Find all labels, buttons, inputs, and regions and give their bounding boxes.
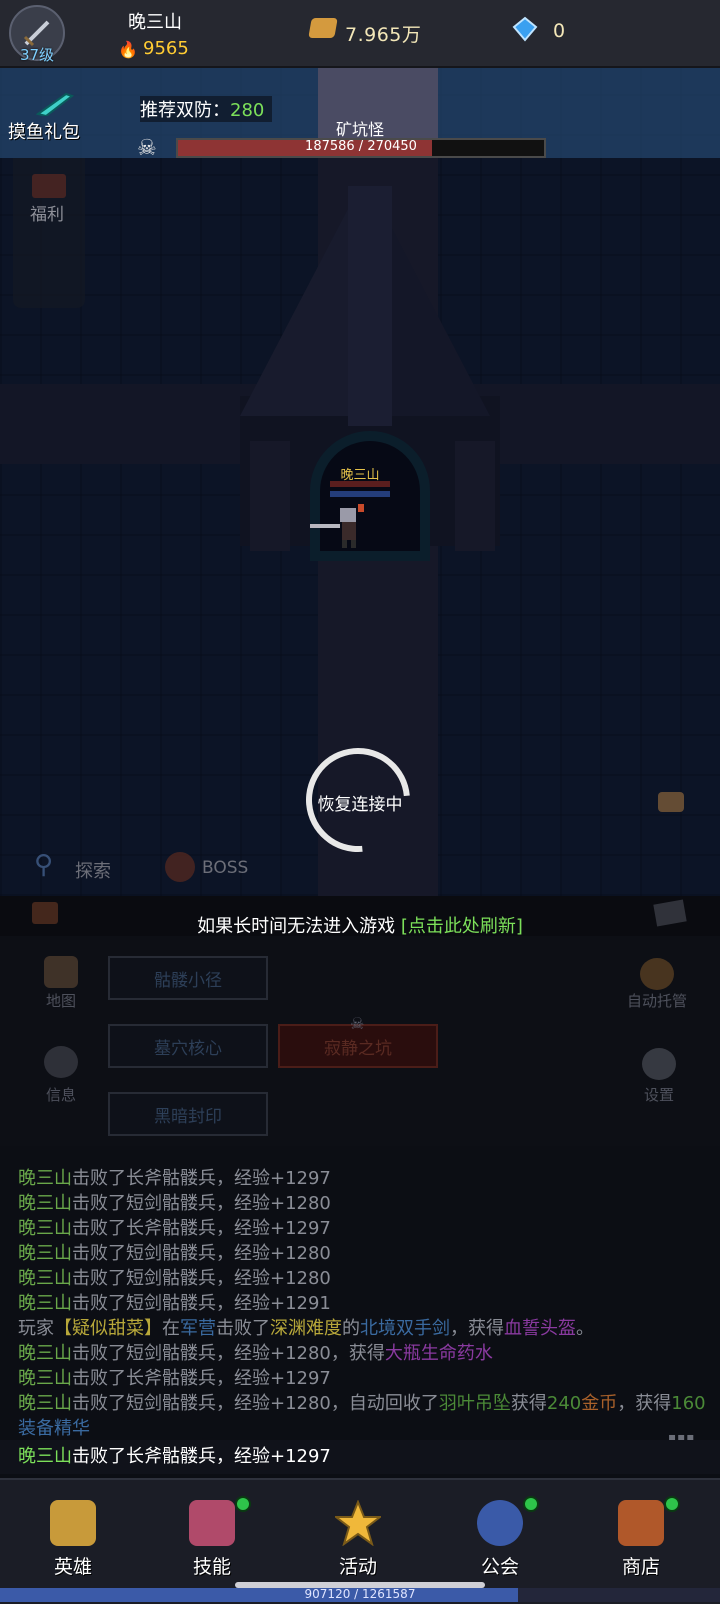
welfare-button[interactable]: 福利 (30, 200, 64, 225)
info-icon[interactable] (44, 1046, 78, 1078)
recommended-defense-value: 280 (230, 100, 265, 121)
nav-activity[interactable]: 活动 (313, 1500, 403, 1590)
refresh-link[interactable]: [点击此处刷新] (401, 916, 523, 937)
log-line: 晚三山击败了长斧骷髅兵，经验+1297 (18, 1218, 331, 1239)
hero-sprite (310, 504, 364, 548)
player-name: 晚三山 (128, 12, 182, 33)
home-indicator[interactable] (235, 1582, 485, 1588)
dungeon-button-skeleton-path[interactable]: 骷髅小径 (108, 956, 268, 1000)
notice-text: 如果长时间无法进入游戏 (197, 916, 396, 937)
log-latest-line: 晚三山击败了长斧骷髅兵，经验+1297 (0, 1440, 720, 1474)
notification-dot (523, 1496, 539, 1512)
boss-hp-bar: 187586 / 270450 (176, 138, 546, 158)
chat-icon[interactable] (658, 792, 684, 812)
fish-sword-icon[interactable] (36, 92, 76, 116)
flame-icon: 🔥 (118, 40, 138, 59)
nav-hero[interactable]: 英雄 (28, 1500, 118, 1590)
nav-label: 商店 (621, 1556, 660, 1578)
skull-icon: ☠ (137, 136, 157, 161)
log-line: 晚三山击败了短剑骷髅兵，经验+1280 (18, 1243, 331, 1264)
exp-text: 907120 / 1261587 (304, 1587, 416, 1601)
gift-pack-button[interactable]: 摸鱼礼包 (8, 118, 80, 144)
loading-text: 恢复连接中 (317, 795, 403, 815)
dungeon-skull-icon: ☠ (350, 1014, 365, 1033)
hero-mp-bar (330, 491, 390, 497)
player-level: 37级 (19, 46, 55, 64)
log-line-system: 玩家【疑似甜菜】在军营击败了深渊难度的北境双手剑，获得血誓头盔。 (18, 1318, 594, 1339)
star-icon (335, 1500, 381, 1546)
guild-icon (477, 1500, 523, 1546)
nav-label: 英雄 (53, 1556, 92, 1578)
exp-bar: 907120 / 1261587 (0, 1587, 720, 1602)
settings-button[interactable]: 设置 (619, 1084, 699, 1105)
boss-button[interactable]: BOSS (202, 858, 248, 878)
stopwatch-icon[interactable] (640, 958, 674, 990)
log-line: 晚三山击败了短剑骷髅兵，经验+1280 (18, 1193, 331, 1214)
info-button[interactable]: 信息 (21, 1084, 101, 1105)
refresh-notice: 如果长时间无法进入游戏 [点击此处刷新] (0, 912, 720, 938)
nav-guild[interactable]: 公会 (455, 1496, 545, 1590)
gold-amount: 7.965万 (345, 24, 422, 46)
log-line: 晚三山击败了短剑骷髅兵，经验+1280 (18, 1268, 331, 1289)
map-scroll-icon[interactable] (44, 956, 78, 988)
boss-skull-icon[interactable] (165, 852, 195, 882)
log-line: 晚三山击败了短剑骷髅兵，经验+1291 (18, 1293, 331, 1314)
nav-label: 公会 (480, 1556, 519, 1578)
notification-dot (235, 1496, 251, 1512)
dungeon-button-tomb-core[interactable]: 墓穴核心 (108, 1024, 268, 1068)
gold-ingot-icon[interactable] (308, 18, 338, 38)
gear-icon[interactable] (642, 1048, 676, 1080)
nav-label: 技能 (192, 1556, 231, 1578)
auto-battle-button[interactable]: 自动托管 (617, 990, 697, 1011)
nav-shop[interactable]: 商店 (596, 1496, 686, 1590)
helmet-icon (50, 1500, 96, 1546)
nav-label: 活动 (338, 1556, 377, 1578)
map-button[interactable]: 地图 (21, 990, 101, 1011)
nav-skill[interactable]: 技能 (167, 1496, 257, 1590)
diamond-amount: 0 (553, 20, 566, 42)
notification-dot (664, 1496, 680, 1512)
hero-hp-bar (330, 481, 390, 487)
welfare-icon[interactable] (32, 174, 66, 198)
skill-book-icon (189, 1500, 235, 1546)
shop-icon (618, 1500, 664, 1546)
diamond-icon[interactable] (512, 16, 538, 42)
log-line: 晚三山击败了长斧骷髅兵，经验+1297 (18, 1168, 331, 1189)
log-line: 晚三山击败了短剑骷髅兵，经验+1280，获得大瓶生命药水 (18, 1343, 493, 1364)
log-line: 晚三山击败了长斧骷髅兵，经验+1297 (18, 1368, 331, 1389)
magnifier-icon[interactable]: ⚲ (34, 850, 53, 880)
battle-log[interactable]: 晚三山击败了长斧骷髅兵，经验+1297 晚三山击败了短剑骷髅兵，经验+1280 … (18, 1166, 708, 1441)
boss-hp-text: 187586 / 270450 (305, 139, 417, 154)
log-line: 晚三山击败了短剑骷髅兵，经验+1280，自动回收了羽叶吊坠获得240金币，获得1… (18, 1393, 706, 1439)
recommended-defense: 推荐双防：280 (140, 96, 273, 122)
explore-button[interactable]: 探索 (75, 857, 111, 883)
dungeon-button-dark-seal[interactable]: 黑暗封印 (108, 1092, 268, 1136)
combat-power: 9565 (143, 38, 189, 59)
boss-name: 矿坑怪 (335, 120, 384, 139)
